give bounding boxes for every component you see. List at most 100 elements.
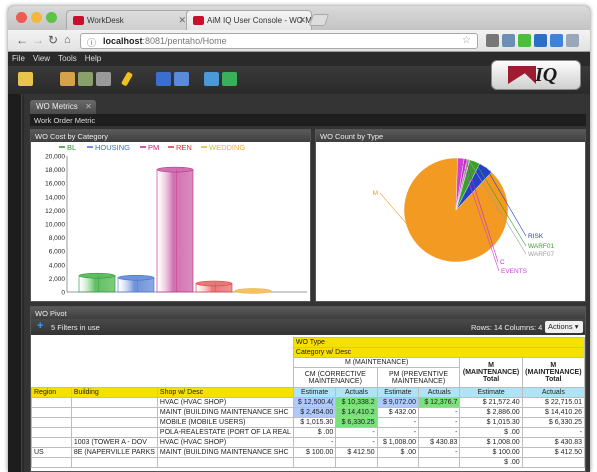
dashboard-area: WO Metrics ✕ Work Order Metric WO Cost b… — [24, 94, 590, 472]
legend-label: HOUSING — [95, 143, 130, 152]
open-folder-icon[interactable] — [18, 72, 33, 86]
new-dashboard-icon[interactable] — [96, 72, 111, 86]
save-as-icon[interactable] — [174, 72, 189, 86]
value-cell: - — [335, 427, 378, 438]
value-cell: - — [418, 407, 461, 418]
add-filter-icon[interactable]: + — [37, 320, 43, 332]
value-cell: $ 12,376.7 — [418, 397, 461, 408]
value-cell: $ 100.00 — [459, 447, 523, 458]
bar-cap — [78, 272, 116, 279]
header-shop[interactable]: Shop w/ Desc — [156, 387, 294, 398]
bar-chart: BL HOUSING PM REN WEDDING 20,000 18,000 16,000 1… — [45, 143, 307, 297]
back-icon[interactable]: ← — [16, 33, 28, 47]
value-cell — [292, 457, 337, 468]
address-bar[interactable]: ⓘ localhost:8081/pentaho/Home ☆ — [80, 33, 478, 49]
close-tab-icon[interactable]: ✕ — [178, 15, 186, 26]
close-tab-icon[interactable]: ✕ — [85, 102, 92, 111]
menu-tools[interactable]: Tools — [54, 52, 81, 63]
forward-icon[interactable]: → — [32, 33, 44, 47]
header-m-maintenance[interactable]: M (MAINTENANCE) — [292, 357, 461, 368]
extension-icon[interactable] — [534, 34, 547, 47]
actions-dropdown[interactable]: Actions ▾ — [545, 321, 583, 333]
new-report-icon[interactable] — [60, 72, 75, 86]
bar-cap — [156, 166, 194, 173]
value-cell: - — [376, 427, 420, 438]
bar-cap — [117, 274, 155, 281]
rows-columns-count: Rows: 14 Columns: 4 — [471, 323, 543, 332]
header-region[interactable]: Region — [31, 387, 72, 398]
bookmark-star-icon[interactable]: ☆ — [462, 35, 471, 46]
y-tick-label: 14,000 — [45, 194, 65, 201]
pie-slice-label: WARF07 — [528, 251, 555, 258]
bar — [117, 274, 155, 293]
pivot-row: 1003 (TOWER A - DOV HVAC (HVAC SHOP) - - $ 1… — [31, 437, 586, 448]
pie-slice-label: RISK — [528, 233, 544, 240]
header-category[interactable]: Category w/ Desc — [292, 347, 586, 358]
extension-icon[interactable] — [502, 34, 515, 47]
y-tick-label: 4,000 — [49, 262, 66, 269]
side-panel-toggle[interactable] — [8, 94, 22, 472]
url-host: localhost — [103, 36, 143, 46]
value-cell: $ 9,072.00 — [376, 397, 420, 408]
browser-tab-aim-console[interactable]: AiM IQ User Console - WO M ✕ — [186, 10, 312, 30]
minimize-window-icon[interactable] — [31, 12, 42, 23]
zoom-window-icon[interactable] — [46, 12, 57, 23]
value-cell: $ 10,338.2 — [335, 397, 378, 408]
browser-tab-workdesk[interactable]: WorkDesk ✕ — [66, 10, 192, 30]
region-cell — [31, 407, 72, 418]
header-actuals: Actuals — [521, 387, 586, 398]
browser-tab-bar: WorkDesk ✕ AiM IQ User Console - WO M ✕ — [8, 6, 590, 30]
close-tab-icon[interactable]: ✕ — [298, 15, 306, 26]
pivot-row: $ .00 — [31, 457, 586, 468]
filters-status: 5 Filters in use — [51, 323, 100, 332]
value-cell: $ .00 — [292, 427, 337, 438]
region-cell: US — [31, 447, 72, 458]
pie-chart-title: WO Count by Type — [316, 130, 585, 142]
tab-wo-metrics[interactable]: WO Metrics ✕ — [30, 100, 96, 114]
value-cell: $ 1,008.00 — [459, 437, 523, 448]
menu-file[interactable]: File — [8, 52, 29, 63]
value-cell: $ 6,330.25 — [335, 417, 378, 428]
shop-cell: MOBILE (MOBILE USERS) — [156, 417, 294, 428]
menu-help[interactable]: Help — [81, 52, 105, 63]
browser-view-icon[interactable] — [204, 72, 219, 86]
reload-icon[interactable]: ↻ — [48, 33, 58, 47]
value-cell: $ 2,886.00 — [459, 407, 523, 418]
bar-rect — [156, 169, 194, 293]
save-icon[interactable] — [156, 72, 171, 86]
y-tick-label: 0 — [61, 290, 65, 297]
actions-label: Actions — [548, 322, 573, 331]
wrench-menu-icon[interactable] — [566, 34, 579, 47]
browser-toolbar: ← → ↻ ⌂ ⓘ localhost:8081/pentaho/Home ☆ — [8, 30, 590, 52]
workspace-icon[interactable] — [222, 72, 237, 86]
extension-icon[interactable] — [518, 34, 531, 47]
header-cm[interactable]: CM (CORRECTIVE MAINTENANCE) — [292, 367, 378, 388]
legend-label: PM — [148, 143, 159, 152]
header-pm[interactable]: PM (PREVENTIVE MAINTENANCE) — [376, 367, 461, 388]
new-tab-button[interactable] — [308, 14, 330, 26]
building-cell — [70, 457, 158, 468]
pivot-row: HVAC (HVAC SHOP) $ 12,500.4($ 10,338.2 $ 9… — [31, 397, 586, 408]
header-estimate: Estimate — [459, 387, 523, 398]
shop-cell: MAINT (BUILDING MAINTENANCE SHC — [156, 447, 294, 458]
header-building[interactable]: Building — [70, 387, 158, 398]
close-window-icon[interactable] — [16, 12, 27, 23]
edit-pencil-icon[interactable] — [120, 71, 134, 87]
header-wo-type[interactable]: WO Type — [292, 337, 586, 348]
shop-cell: POLA-REALESTATE (PORT OF LA REAL — [156, 427, 294, 438]
url-path: :8081/pentaho/Home — [142, 36, 227, 46]
region-cell — [31, 437, 72, 448]
building-cell — [70, 407, 158, 418]
extension-icon[interactable] — [550, 34, 563, 47]
menu-view[interactable]: View — [29, 52, 54, 63]
value-cell: $ 6,330.25 — [521, 417, 586, 428]
value-cell: $ 412.50 — [521, 447, 586, 458]
header-m-total: M (MAINTENANCE) Total — [521, 357, 586, 388]
value-cell — [418, 457, 461, 468]
extension-icon[interactable] — [486, 34, 499, 47]
pivot-title: WO Pivot — [31, 307, 585, 319]
new-analysis-icon[interactable] — [78, 72, 93, 86]
home-icon[interactable]: ⌂ — [64, 34, 71, 46]
page-info-icon[interactable]: ⓘ — [87, 36, 96, 49]
value-cell: - — [418, 447, 461, 458]
